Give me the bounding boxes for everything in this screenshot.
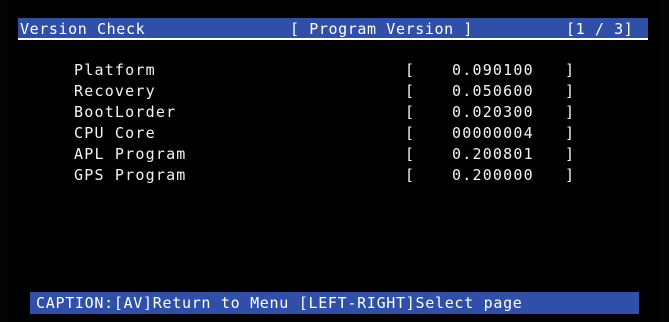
bracket-close: ] bbox=[565, 61, 576, 79]
row-value: 0.050600 bbox=[452, 82, 534, 100]
row-value: 0.020300 bbox=[452, 103, 534, 121]
page-indicator: [1 / 3] bbox=[566, 20, 634, 38]
version-row-bootloader: BootLorder [ 0.020300 ] bbox=[0, 102, 669, 123]
row-value: 00000004 bbox=[452, 124, 534, 142]
row-label: GPS Program bbox=[74, 166, 187, 184]
version-row-gps-program: GPS Program [ 0.200000 ] bbox=[0, 165, 669, 186]
bracket-open: [ bbox=[405, 124, 416, 142]
screen: Version Check [ Program Version ] [1 / 3… bbox=[0, 0, 669, 322]
bracket-close: ] bbox=[565, 124, 576, 142]
row-label: Recovery bbox=[74, 82, 156, 100]
section-title: [ Program Version ] bbox=[290, 20, 473, 38]
bracket-open: [ bbox=[405, 145, 416, 163]
version-row-recovery: Recovery [ 0.050600 ] bbox=[0, 81, 669, 102]
row-label: BootLorder bbox=[74, 103, 177, 121]
bracket-open: [ bbox=[405, 103, 416, 121]
page-title: Version Check bbox=[20, 20, 146, 38]
bracket-open: [ bbox=[405, 166, 416, 184]
bracket-close: ] bbox=[565, 166, 576, 184]
bracket-close: ] bbox=[565, 82, 576, 100]
row-value: 0.200000 bbox=[452, 166, 534, 184]
bracket-close: ] bbox=[565, 103, 576, 121]
version-row-cpu-core: CPU Core [ 00000004 ] bbox=[0, 123, 669, 144]
caption-text: CAPTION:[AV]Return to Menu [LEFT-RIGHT]S… bbox=[36, 294, 523, 312]
row-label: Platform bbox=[74, 61, 156, 79]
bracket-open: [ bbox=[405, 61, 416, 79]
bracket-close: ] bbox=[565, 145, 576, 163]
row-label: CPU Core bbox=[74, 124, 156, 142]
row-label: APL Program bbox=[74, 145, 187, 163]
row-value: 0.200801 bbox=[452, 145, 534, 163]
row-value: 0.090100 bbox=[452, 61, 534, 79]
version-row-platform: Platform [ 0.090100 ] bbox=[0, 60, 669, 81]
bracket-open: [ bbox=[405, 82, 416, 100]
version-row-apl-program: APL Program [ 0.200801 ] bbox=[0, 144, 669, 165]
